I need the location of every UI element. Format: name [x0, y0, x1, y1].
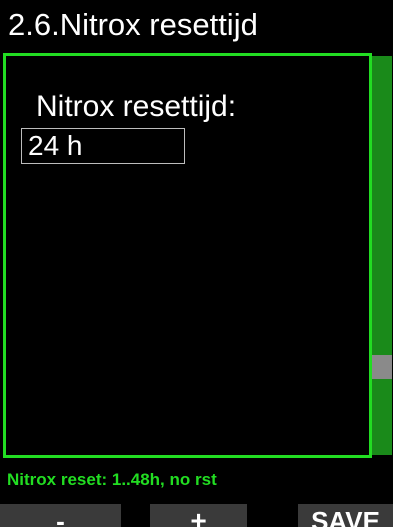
- page-title: 2.6.Nitrox resettijd: [8, 7, 258, 42]
- save-button[interactable]: SAVE: [298, 504, 393, 527]
- increase-button[interactable]: +: [150, 504, 247, 527]
- scrollbar-thumb[interactable]: [372, 355, 392, 379]
- scrollbar[interactable]: [372, 56, 392, 455]
- nitrox-reset-time-field[interactable]: 24 h: [21, 128, 185, 164]
- settings-panel: Nitrox resettijd: 24 h: [3, 53, 372, 458]
- decrease-button[interactable]: -: [0, 504, 121, 527]
- increase-button-label: +: [190, 505, 207, 527]
- save-button-label: SAVE: [311, 506, 380, 527]
- nitrox-reset-time-label: Nitrox resettijd:: [36, 90, 237, 123]
- title-bar: 2.6.Nitrox resettijd: [0, 0, 393, 50]
- nitrox-reset-time-value: 24 h: [28, 130, 83, 161]
- decrease-button-label: -: [56, 506, 65, 527]
- help-text: Nitrox reset: 1..48h, no rst: [7, 470, 217, 489]
